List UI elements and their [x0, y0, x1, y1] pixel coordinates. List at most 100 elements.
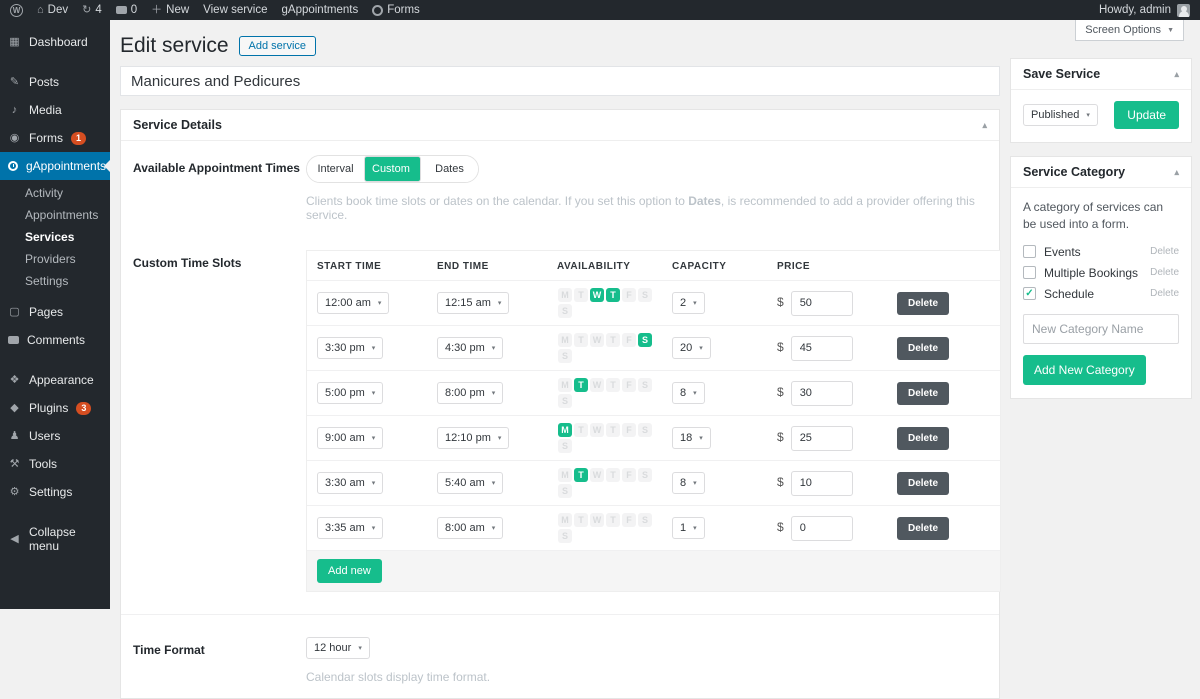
sidebar-item-posts[interactable]: ✎Posts [0, 68, 110, 96]
sidebar-item-gappointments[interactable]: gAppointments [0, 152, 110, 180]
day-toggle-2[interactable]: T [574, 288, 588, 302]
day-toggle-7[interactable]: S [558, 349, 572, 363]
view-service-menu[interactable]: View service [203, 4, 267, 16]
day-toggle-3[interactable]: W [590, 423, 604, 437]
price-input[interactable] [791, 516, 853, 541]
updates-menu[interactable]: ↻4 [82, 4, 102, 16]
day-toggle-4[interactable]: T [606, 333, 620, 347]
start-time-select[interactable]: 3:35 am▾ [317, 517, 383, 539]
sidebar-item-users[interactable]: ♟Users [0, 422, 110, 450]
day-toggle-6[interactable]: S [638, 468, 652, 482]
capacity-select[interactable]: 8▾ [672, 472, 705, 494]
gappointments-menu[interactable]: gAppointments [282, 4, 359, 16]
new-content-menu[interactable]: ＋New [151, 4, 189, 16]
appointment-type-interval[interactable]: Interval [307, 156, 364, 182]
delete-slot-button[interactable]: Delete [897, 292, 949, 315]
day-toggle-6[interactable]: S [638, 333, 652, 347]
sidebar-item-pages[interactable]: ▢Pages [0, 298, 110, 326]
day-toggle-4[interactable]: T [606, 423, 620, 437]
day-toggle-2[interactable]: T [574, 423, 588, 437]
sidebar-subitem-activity[interactable]: Activity [0, 182, 110, 204]
delete-slot-button[interactable]: Delete [897, 472, 949, 495]
delete-category-link[interactable]: Delete [1150, 288, 1179, 299]
account-menu[interactable]: Howdy, admin [1099, 4, 1190, 17]
day-toggle-7[interactable]: S [558, 439, 572, 453]
end-time-select[interactable]: 5:40 am▾ [437, 472, 503, 494]
day-toggle-3[interactable]: W [590, 288, 604, 302]
end-time-select[interactable]: 8:00 pm▾ [437, 382, 503, 404]
day-toggle-4[interactable]: T [606, 468, 620, 482]
day-toggle-5[interactable]: F [622, 423, 636, 437]
day-toggle-6[interactable]: S [638, 423, 652, 437]
forms-menu[interactable]: Forms [372, 4, 420, 16]
service-title-input[interactable] [120, 66, 1000, 96]
day-toggle-2[interactable]: T [574, 378, 588, 392]
price-input[interactable] [791, 291, 853, 316]
sidebar-item-comments[interactable]: Comments [0, 326, 110, 354]
day-toggle-3[interactable]: W [590, 468, 604, 482]
delete-slot-button[interactable]: Delete [897, 337, 949, 360]
checkbox-unchecked[interactable] [1023, 266, 1036, 279]
day-toggle-5[interactable]: F [622, 333, 636, 347]
day-toggle-3[interactable]: W [590, 513, 604, 527]
sidebar-item-media[interactable]: ♪Media [0, 96, 110, 124]
day-toggle-6[interactable]: S [638, 513, 652, 527]
sidebar-subitem-appointments[interactable]: Appointments [0, 204, 110, 226]
update-button[interactable]: Update [1114, 101, 1179, 129]
checkbox-checked[interactable]: ✓ [1023, 287, 1036, 300]
price-input[interactable] [791, 471, 853, 496]
sidebar-item-forms[interactable]: ◉Forms1 [0, 124, 110, 152]
day-toggle-6[interactable]: S [638, 288, 652, 302]
price-input[interactable] [791, 381, 853, 406]
delete-category-link[interactable]: Delete [1150, 246, 1179, 257]
screen-options-button[interactable]: Screen Options ▼ [1075, 20, 1184, 41]
appointment-type-dates[interactable]: Dates [421, 156, 478, 182]
sidebar-item-dashboard[interactable]: ▦Dashboard [0, 28, 110, 56]
day-toggle-1[interactable]: M [558, 468, 572, 482]
day-toggle-1[interactable]: M [558, 378, 572, 392]
day-toggle-2[interactable]: T [574, 513, 588, 527]
end-time-select[interactable]: 12:15 am▾ [437, 292, 509, 314]
delete-category-link[interactable]: Delete [1150, 267, 1179, 278]
capacity-select[interactable]: 18▾ [672, 427, 711, 449]
sidebar-subitem-providers[interactable]: Providers [0, 248, 110, 270]
start-time-select[interactable]: 12:00 am▾ [317, 292, 389, 314]
end-time-select[interactable]: 4:30 pm▾ [437, 337, 503, 359]
end-time-select[interactable]: 12:10 pm▾ [437, 427, 509, 449]
appointment-type-custom[interactable]: Custom [364, 156, 421, 182]
capacity-select[interactable]: 2▾ [672, 292, 705, 314]
add-new-slot-button[interactable]: Add new [317, 559, 382, 583]
day-toggle-3[interactable]: W [590, 333, 604, 347]
collapse-toggle-icon[interactable]: ▴ [1174, 69, 1179, 80]
day-toggle-1[interactable]: M [558, 513, 572, 527]
start-time-select[interactable]: 9:00 am▾ [317, 427, 383, 449]
time-format-select[interactable]: 12 hour ▾ [306, 637, 370, 659]
end-time-select[interactable]: 8:00 am▾ [437, 517, 503, 539]
checkbox-unchecked[interactable] [1023, 245, 1036, 258]
day-toggle-3[interactable]: W [590, 378, 604, 392]
day-toggle-1[interactable]: M [558, 333, 572, 347]
sidebar-item-tools[interactable]: ⚒Tools [0, 450, 110, 478]
sidebar-item-plugins[interactable]: ◆Plugins3 [0, 394, 110, 422]
day-toggle-2[interactable]: T [574, 333, 588, 347]
day-toggle-4[interactable]: T [606, 513, 620, 527]
day-toggle-5[interactable]: F [622, 288, 636, 302]
delete-slot-button[interactable]: Delete [897, 517, 949, 540]
post-status-select[interactable]: Published ▾ [1023, 104, 1098, 126]
sidebar-item-appearance[interactable]: ❖Appearance [0, 366, 110, 394]
day-toggle-2[interactable]: T [574, 468, 588, 482]
site-name-menu[interactable]: ⌂Dev [37, 4, 68, 16]
day-toggle-7[interactable]: S [558, 529, 572, 543]
sidebar-subitem-settings[interactable]: Settings [0, 270, 110, 292]
start-time-select[interactable]: 5:00 pm▾ [317, 382, 383, 404]
capacity-select[interactable]: 8▾ [672, 382, 705, 404]
sidebar-item-settings[interactable]: ⚙Settings [0, 478, 110, 506]
price-input[interactable] [791, 336, 853, 361]
capacity-select[interactable]: 1▾ [672, 517, 705, 539]
delete-slot-button[interactable]: Delete [897, 427, 949, 450]
wordpress-menu[interactable]: W [10, 4, 23, 17]
comments-menu[interactable]: 0 [116, 4, 137, 16]
day-toggle-1[interactable]: M [558, 288, 572, 302]
day-toggle-4[interactable]: T [606, 378, 620, 392]
collapse-toggle-icon[interactable]: ▴ [982, 120, 987, 131]
